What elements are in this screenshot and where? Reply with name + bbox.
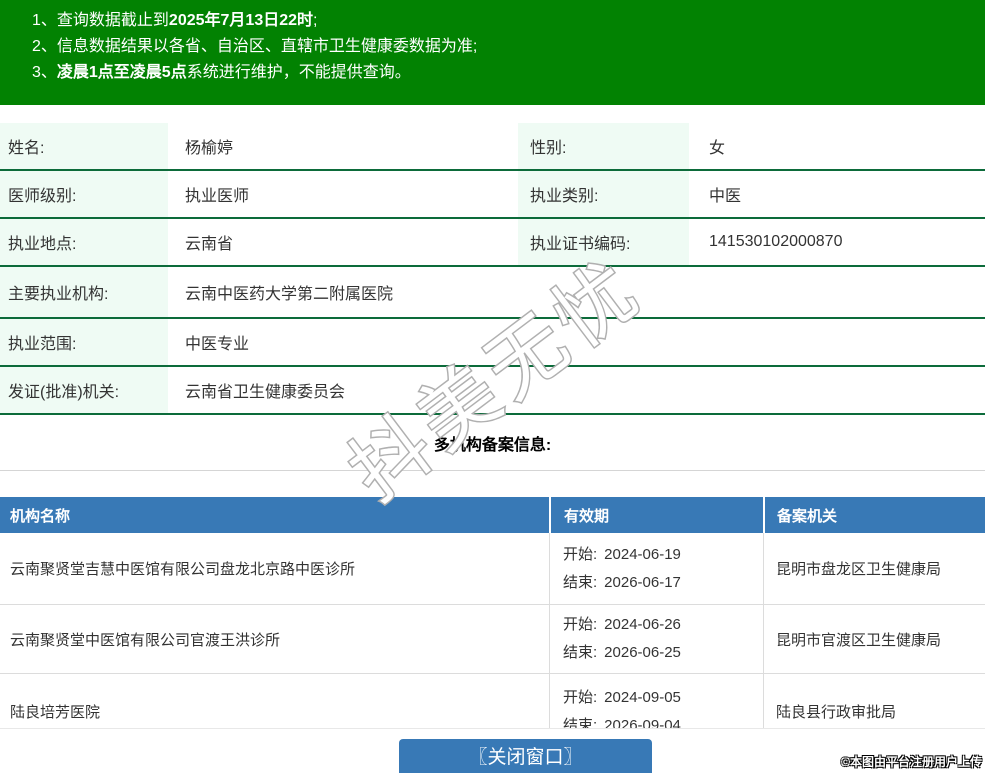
- footer-bar: 〖关闭窗口〗 ©本图由平台注册用户上传: [0, 728, 985, 773]
- end-date-line: 结束:2026-06-25: [563, 639, 763, 667]
- issuing-authority-label: 发证(批准)机关:: [0, 367, 168, 413]
- close-window-button[interactable]: 〖关闭窗口〗: [399, 739, 652, 773]
- start-date-line: 开始:2024-06-26: [563, 611, 763, 639]
- practice-category-value: 中医: [693, 171, 985, 217]
- info-row-main-institution: 主要执业机构: 云南中医药大学第二附属医院: [0, 267, 985, 319]
- column-header-validity: 有效期: [549, 497, 763, 533]
- notice-line-2-number: 2、: [32, 38, 57, 55]
- practice-category-label: 执业类别:: [518, 171, 689, 217]
- copyright-notice: ©本图由平台注册用户上传: [841, 753, 982, 770]
- notice-line-1-number: 1、: [32, 12, 57, 29]
- notice-line-1: 1、查询数据截止到2025年7月13日22时;: [32, 8, 975, 34]
- institution-name: 云南聚贤堂吉慧中医馆有限公司盘龙北京路中医诊所: [0, 533, 549, 604]
- info-row-level-category: 医师级别: 执业医师 执业类别: 中医: [0, 171, 985, 219]
- filing-table: 机构名称 有效期 备案机关 云南聚贤堂吉慧中医馆有限公司盘龙北京路中医诊所 开始…: [0, 497, 985, 750]
- filing-agency: 昆明市官渡区卫生健康局: [763, 605, 985, 673]
- main-institution-value: 云南中医药大学第二附属医院: [172, 267, 985, 317]
- practitioner-info-table: 姓名: 杨榆婷 性别: 女 医师级别: 执业医师 执业类别: 中医 执业地点: …: [0, 123, 985, 415]
- filing-table-header: 机构名称 有效期 备案机关: [0, 497, 985, 533]
- name-label: 姓名:: [0, 123, 168, 169]
- practice-location-value: 云南省: [172, 219, 516, 265]
- filing-agency: 昆明市盘龙区卫生健康局: [763, 533, 985, 604]
- start-date-line: 开始:2024-06-19: [563, 541, 763, 569]
- start-date-line: 开始:2024-09-05: [563, 684, 763, 712]
- name-value: 杨榆婷: [172, 123, 516, 169]
- certificate-number-value: 141530102000870: [693, 219, 985, 265]
- column-header-institution: 机构名称: [0, 497, 549, 533]
- info-row-practice-scope: 执业范围: 中医专业: [0, 319, 985, 367]
- practice-scope-value: 中医专业: [172, 319, 985, 365]
- doctor-level-label: 医师级别:: [0, 171, 168, 217]
- institution-name: 云南聚贤堂中医馆有限公司官渡王洪诊所: [0, 605, 549, 673]
- main-institution-label: 主要执业机构:: [0, 267, 168, 317]
- notice-line-3-number: 3、: [32, 64, 57, 81]
- end-date-line: 结束:2026-06-17: [563, 569, 763, 597]
- validity-dates: 开始:2024-06-26 结束:2026-06-25: [549, 605, 763, 673]
- notice-line-3: 3、凌晨1点至凌晨5点系统进行维护，不能提供查询。: [32, 60, 975, 86]
- gender-label: 性别:: [518, 123, 689, 169]
- doctor-level-value: 执业医师: [172, 171, 516, 217]
- multi-institution-section-title: 多机构备案信息:: [0, 415, 985, 471]
- table-row: 云南聚贤堂吉慧中医馆有限公司盘龙北京路中医诊所 开始:2024-06-19 结束…: [0, 533, 985, 605]
- validity-dates: 开始:2024-06-19 结束:2026-06-17: [549, 533, 763, 604]
- certificate-number-label: 执业证书编码:: [518, 219, 689, 265]
- gender-value: 女: [693, 123, 985, 169]
- notice-line-2: 2、信息数据结果以各省、自治区、直辖市卫生健康委数据为准;: [32, 34, 975, 60]
- practice-location-label: 执业地点:: [0, 219, 168, 265]
- info-row-name-gender: 姓名: 杨榆婷 性别: 女: [0, 123, 985, 171]
- column-header-agency: 备案机关: [763, 497, 985, 533]
- issuing-authority-value: 云南省卫生健康委员会: [172, 367, 985, 413]
- notice-banner: 1、查询数据截止到2025年7月13日22时; 2、信息数据结果以各省、自治区、…: [0, 0, 985, 105]
- info-row-location-certno: 执业地点: 云南省 执业证书编码: 141530102000870: [0, 219, 985, 267]
- table-row: 云南聚贤堂中医馆有限公司官渡王洪诊所 开始:2024-06-26 结束:2026…: [0, 605, 985, 674]
- info-row-issuing-authority: 发证(批准)机关: 云南省卫生健康委员会: [0, 367, 985, 415]
- practice-scope-label: 执业范围:: [0, 319, 168, 365]
